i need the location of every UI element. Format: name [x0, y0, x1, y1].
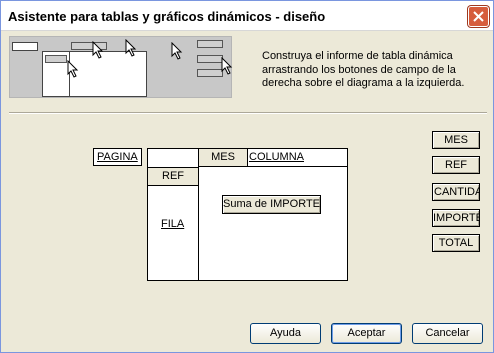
row-field-ref[interactable]: REF [147, 167, 199, 186]
help-button-label: Ayuda [270, 327, 301, 339]
page-area[interactable]: PAGINA [93, 148, 142, 166]
help-button[interactable]: Ayuda [250, 323, 321, 344]
page-area-label: PAGINA [97, 151, 138, 163]
separator [9, 112, 487, 114]
ok-button-label: Aceptar [347, 327, 386, 339]
field-button-mes[interactable]: MES [432, 131, 480, 149]
layout-preview-image [9, 36, 233, 98]
field-button-cantidad[interactable]: CANTIDAD [432, 183, 480, 201]
field-label: CANTIDAD [434, 186, 479, 198]
column-field-mes[interactable]: MES [198, 148, 248, 167]
cursor-icon [171, 42, 183, 60]
column-area-label: COLUMNA [249, 151, 305, 163]
cursor-icon [221, 57, 233, 75]
field-button-ref[interactable]: REF [432, 156, 480, 174]
instructions-text: Construya el informe de tabla dinámica a… [262, 50, 465, 89]
cursor-icon [67, 60, 79, 78]
field-label: TOTAL [438, 237, 474, 249]
cursor-icon [125, 39, 137, 57]
field-label: MES [444, 134, 468, 146]
data-field-suma-importe[interactable]: Suma de IMPORTE [222, 195, 321, 214]
cancel-button[interactable]: Cancelar [412, 323, 483, 344]
field-button-total[interactable]: TOTAL [432, 234, 480, 252]
title-bar[interactable]: Asistente para tablas y gráficos dinámic… [1, 1, 493, 31]
close-button[interactable] [468, 6, 489, 27]
field-label: REF [445, 159, 467, 171]
ok-button[interactable]: Aceptar [331, 323, 402, 344]
field-label: IMPORTE [433, 212, 480, 224]
preview-row-field [45, 55, 67, 63]
column-field-label: MES [211, 151, 235, 163]
data-area[interactable] [198, 166, 348, 281]
row-area-label: FILA [161, 218, 185, 230]
preview-field-1 [197, 40, 223, 48]
preview-field-3 [197, 69, 223, 77]
field-button-importe[interactable]: IMPORTE [432, 209, 480, 227]
close-icon [473, 11, 484, 22]
pivot-layout-dialog: Asistente para tablas y gráficos dinámic… [0, 0, 494, 353]
cursor-icon [92, 41, 104, 59]
preview-field-2 [197, 55, 223, 63]
preview-page-area [12, 42, 38, 51]
data-field-label: Suma de IMPORTE [223, 198, 320, 210]
row-field-label: REF [162, 170, 184, 182]
window-title: Asistente para tablas y gráficos dinámic… [8, 9, 326, 24]
cancel-button-label: Cancelar [425, 327, 470, 339]
